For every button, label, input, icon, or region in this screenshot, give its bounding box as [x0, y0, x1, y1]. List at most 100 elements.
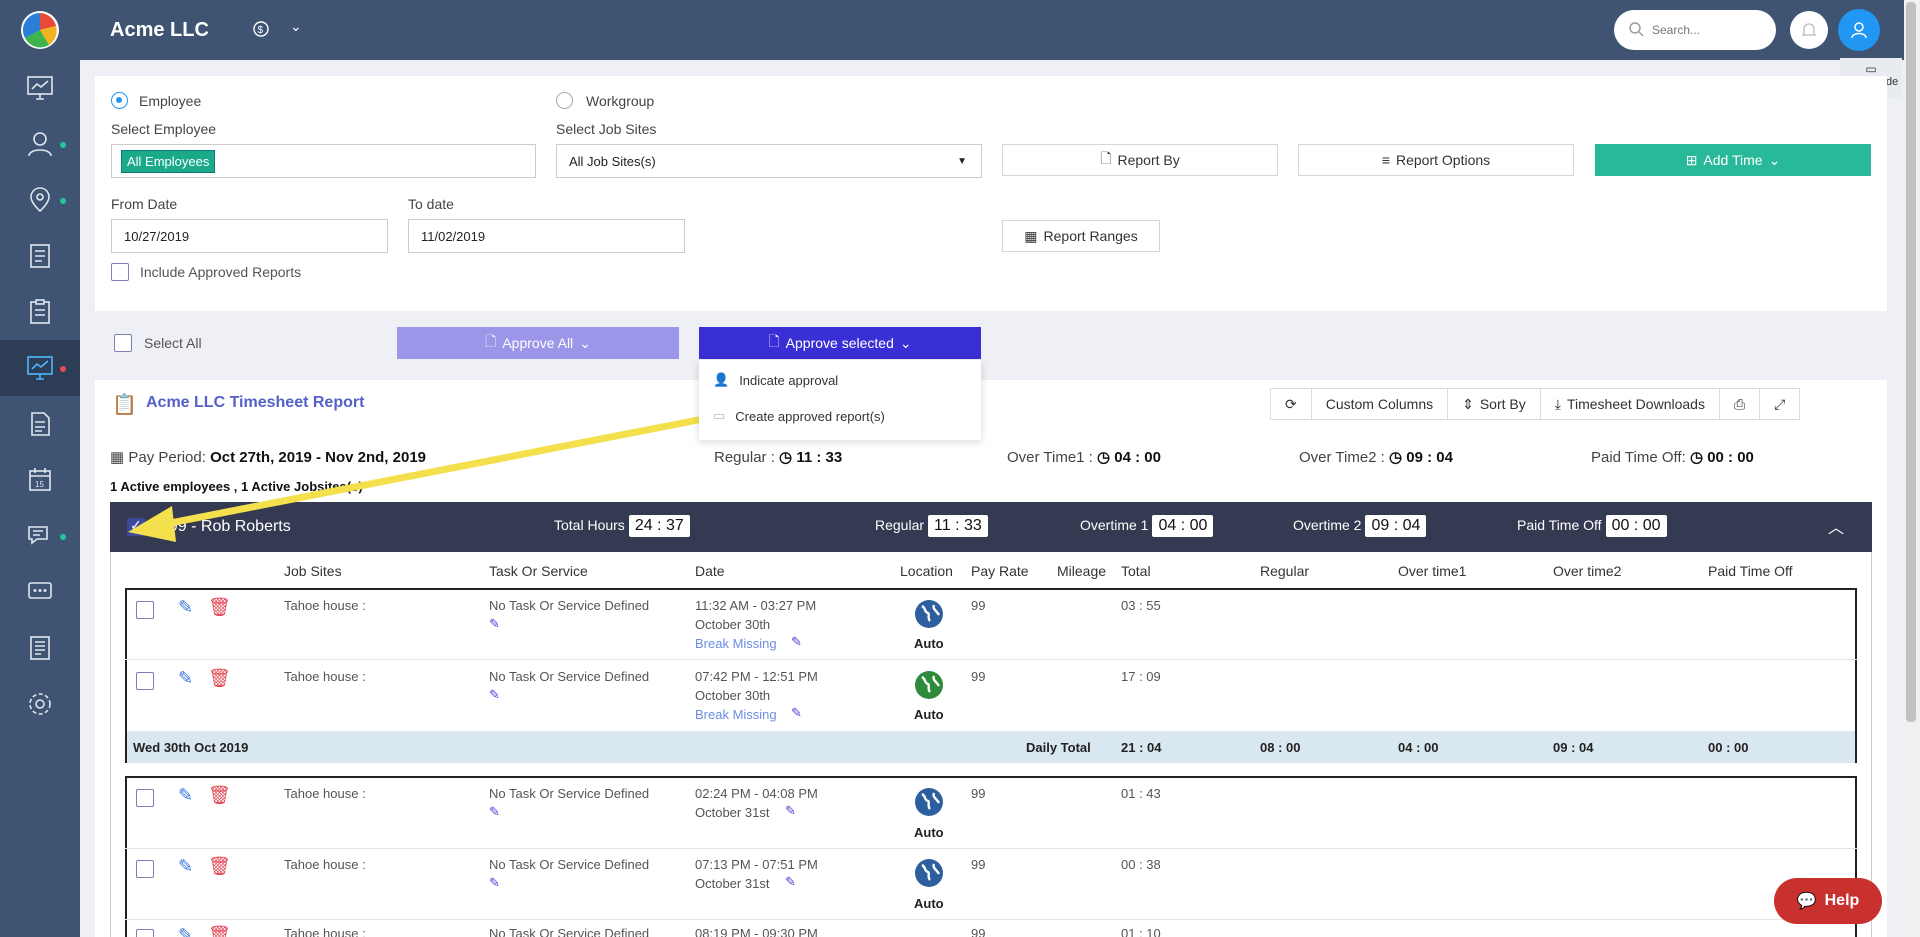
sidebar-item-reports[interactable]	[0, 228, 80, 284]
globe-icon[interactable]	[914, 599, 944, 629]
clock-icon: ◷	[779, 449, 793, 466]
clipboard-icon	[30, 299, 50, 324]
employee-tag[interactable]: All Employees	[121, 149, 216, 173]
edit-date-icon[interactable]: ✎	[785, 874, 796, 890]
chevron-down-icon[interactable]: ⌄	[290, 18, 302, 35]
row-pay-rate: 99	[971, 598, 986, 613]
break-missing-link[interactable]: Break Missing	[695, 636, 777, 651]
globe-icon[interactable]	[914, 858, 944, 888]
print-button[interactable]: ⎙	[1720, 389, 1761, 419]
row-job-site: Tahoe house :	[284, 598, 366, 613]
edit-break-icon[interactable]: ✎	[791, 634, 802, 650]
daily-total-label: Daily Total	[1026, 740, 1091, 755]
approve-selected-button[interactable]: 🗋 Approve selected ⌄	[699, 327, 981, 359]
include-approved-checkbox[interactable]	[111, 263, 129, 281]
map-pin-icon	[30, 187, 50, 213]
edit-task-icon[interactable]: ✎	[489, 875, 500, 891]
employee-checkbox[interactable]	[127, 517, 145, 536]
edit-task-icon[interactable]: ✎	[489, 687, 500, 703]
select-all-checkbox[interactable]	[114, 334, 132, 352]
summary-regular: Regular : ◷ 11 : 33	[714, 448, 842, 466]
sidebar-item-tasks[interactable]	[0, 284, 80, 340]
row-date: October 31st	[695, 876, 770, 891]
help-button[interactable]: 💬 Help	[1774, 878, 1882, 924]
employee-total-hours: Total Hours 24 : 37	[554, 515, 690, 537]
edit-task-icon[interactable]: ✎	[489, 616, 500, 632]
search-box[interactable]	[1614, 10, 1776, 50]
status-dot	[60, 198, 66, 204]
refresh-icon: ⟳	[1285, 395, 1297, 412]
refresh-button[interactable]: ⟳	[1271, 389, 1312, 419]
clipboard-chart-icon: 📋	[112, 394, 137, 416]
timesheet-downloads-button[interactable]: ⤓ Timesheet Downloads	[1541, 389, 1720, 419]
pencil-icon[interactable]: ✎	[178, 785, 193, 806]
edit-task-icon[interactable]: ✎	[489, 804, 500, 820]
message-dots-icon	[28, 582, 52, 599]
approve-all-button[interactable]: 🗋 Approve All ⌄	[397, 327, 679, 359]
to-date-input[interactable]: 11/02/2019	[408, 219, 685, 253]
expand-button[interactable]: ⤢	[1760, 389, 1799, 419]
col-header-date: Date	[695, 563, 725, 579]
row-checkbox[interactable]	[136, 860, 154, 878]
notifications-button[interactable]	[1790, 11, 1828, 49]
report-ranges-button[interactable]: ▦ Report Ranges	[1002, 220, 1160, 252]
top-header: Acme LLC $ ⌄	[80, 0, 1904, 60]
sidebar-item-messages[interactable]	[0, 508, 80, 564]
custom-columns-button[interactable]: Custom Columns	[1312, 389, 1449, 419]
menu-item-indicate-approval[interactable]: 👤 Indicate approval	[713, 372, 838, 388]
menu-item-create-approved-report[interactable]: ▭ Create approved report(s)	[713, 408, 885, 424]
pencil-icon[interactable]: ✎	[178, 925, 193, 937]
globe-icon[interactable]	[914, 670, 944, 700]
pencil-icon[interactable]: ✎	[178, 856, 193, 877]
sort-by-button[interactable]: ⇕ Sort By	[1448, 389, 1541, 419]
chart-board-icon	[27, 356, 53, 380]
trash-icon[interactable]: 🗑	[208, 785, 231, 806]
trash-icon[interactable]: 🗑	[208, 925, 231, 937]
row-checkbox[interactable]	[136, 601, 154, 619]
workgroup-radio[interactable]	[556, 92, 573, 109]
break-missing-link[interactable]: Break Missing	[695, 707, 777, 722]
table-row	[125, 778, 1857, 849]
scrollbar-thumb[interactable]	[1906, 2, 1916, 722]
globe-icon[interactable]	[914, 787, 944, 817]
sidebar-item-forms[interactable]	[0, 620, 80, 676]
add-time-button[interactable]: ⊞ Add Time ⌄	[1595, 144, 1871, 176]
edit-break-icon[interactable]: ✎	[791, 705, 802, 721]
employee-radio[interactable]	[111, 92, 128, 109]
help-label: Help	[1824, 892, 1860, 909]
sidebar-item-chat[interactable]	[0, 564, 80, 620]
pencil-icon[interactable]: ✎	[178, 668, 193, 689]
report-options-button[interactable]: ≡ Report Options	[1298, 144, 1574, 176]
trash-icon[interactable]: 🗑	[208, 597, 231, 618]
collapse-chevron-icon[interactable]: ︿	[1828, 514, 1844, 538]
row-checkbox[interactable]	[136, 672, 154, 690]
sidebar-item-locations[interactable]	[0, 172, 80, 228]
from-date-input[interactable]: 10/27/2019	[111, 219, 388, 253]
download-icon: ⤓	[1554, 395, 1561, 412]
employee-select[interactable]: All Employees	[111, 144, 536, 178]
sidebar-item-calendar[interactable]: 15	[0, 452, 80, 508]
trash-icon[interactable]: 🗑	[208, 668, 231, 689]
row-time-range: 08:19 PM - 09:30 PM	[695, 926, 818, 937]
sort-icon: ⇕	[1462, 395, 1474, 412]
edit-date-icon[interactable]: ✎	[785, 803, 796, 819]
row-checkbox[interactable]	[136, 929, 154, 937]
search-input[interactable]	[1652, 23, 1762, 37]
row-checkbox[interactable]	[136, 789, 154, 807]
app-logo[interactable]	[16, 8, 64, 52]
job-sites-select[interactable]: All Job Sites(s) ▼	[556, 144, 982, 178]
user-avatar-button[interactable]	[1838, 9, 1880, 51]
employee-ot2: Overtime 2 09 : 04	[1293, 515, 1427, 537]
file-icon: 🗋	[1100, 150, 1112, 166]
summary-regular-label: Regular :	[714, 449, 775, 466]
sidebar-item-settings[interactable]	[0, 676, 80, 732]
report-by-button[interactable]: 🗋 Report By	[1002, 144, 1278, 176]
sidebar-item-timesheets[interactable]	[0, 340, 80, 396]
pencil-icon[interactable]: ✎	[178, 597, 193, 618]
sidebar-item-employees[interactable]	[0, 116, 80, 172]
sidebar-item-dashboard[interactable]	[0, 60, 80, 116]
trash-icon[interactable]: 🗑	[208, 856, 231, 877]
currency-icon[interactable]: $	[252, 20, 270, 42]
calendar-check-icon: ▦	[110, 449, 125, 466]
sidebar-item-documents[interactable]	[0, 396, 80, 452]
